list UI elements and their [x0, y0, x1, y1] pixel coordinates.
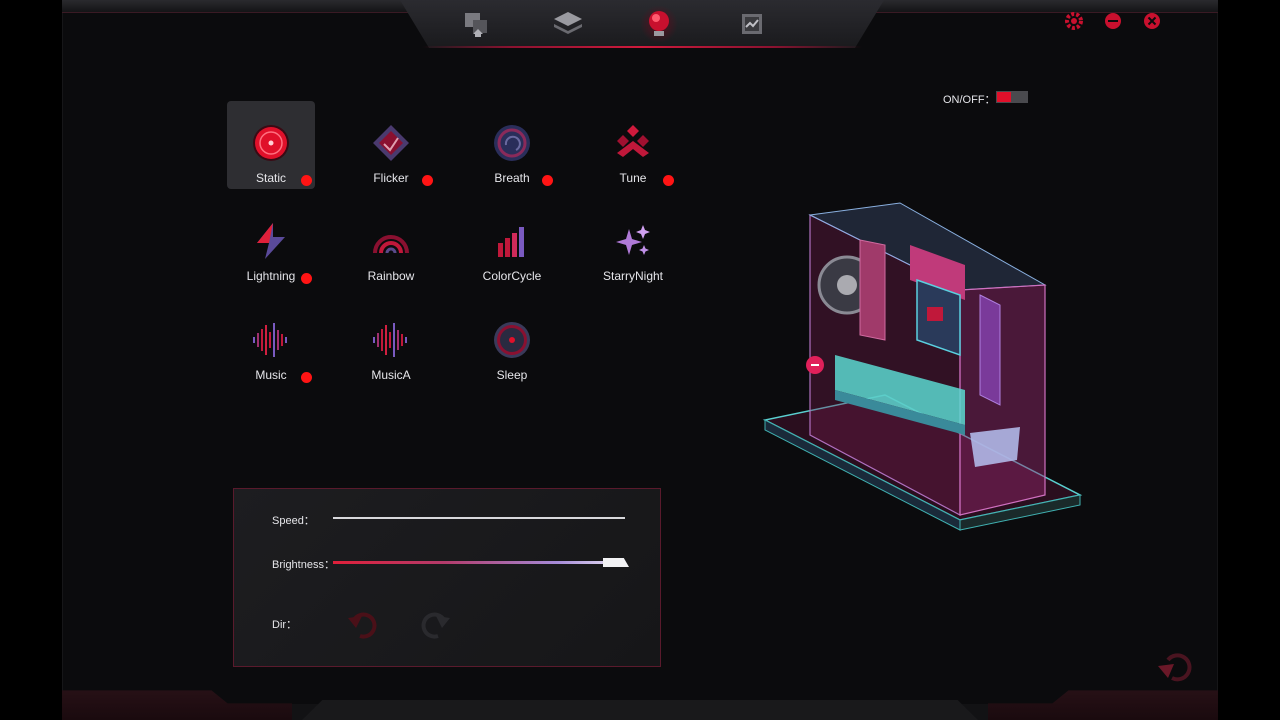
monitor-stats-icon: [742, 14, 762, 34]
speed-slider[interactable]: [333, 517, 625, 519]
effect-indicator-dot: [301, 372, 312, 383]
music-icon: [253, 323, 287, 357]
pc-case-illustration: [762, 202, 1083, 531]
tab-lighting[interactable]: [639, 6, 679, 42]
effect-label: StarryNight: [602, 269, 664, 283]
rotate-left-icon: [348, 612, 377, 639]
reset-button[interactable]: [1156, 646, 1196, 686]
power-toggle-knob: [997, 92, 1011, 102]
tune-icon: [617, 125, 649, 157]
static-icon: [253, 125, 289, 161]
direction-counterclockwise-button[interactable]: [346, 606, 382, 640]
power-label: ON/OFF：: [943, 94, 996, 106]
direction-clockwise-button[interactable]: [416, 606, 452, 640]
power-toggle[interactable]: [996, 91, 1028, 103]
bottom-left-ornament: [62, 690, 292, 720]
tab-bar-glow: [422, 46, 862, 48]
rotate-right-icon: [421, 612, 450, 639]
lightning-icon: [257, 223, 285, 259]
sleep-icon: [494, 322, 530, 358]
minimize-button[interactable]: [1103, 11, 1123, 31]
effect-indicator-dot: [422, 175, 433, 186]
effect-musica[interactable]: MusicA: [347, 298, 435, 386]
layers-icon: [554, 12, 582, 34]
effect-indicator-dot: [663, 175, 674, 186]
bottom-center-ornament: [302, 700, 978, 720]
flicker-icon: [373, 125, 409, 161]
effect-label: MusicA: [371, 368, 411, 382]
breath-icon: [494, 125, 530, 161]
minimize-icon: [1105, 13, 1121, 29]
reset-icon: [1158, 653, 1192, 682]
tab-layers[interactable]: [548, 6, 588, 42]
bottom-right-ornament: [988, 690, 1218, 720]
tab-device-swap[interactable]: [457, 6, 497, 42]
effect-starrynight[interactable]: StarryNight: [589, 199, 677, 287]
settings-icon: [1065, 12, 1083, 30]
effect-label: Rainbow: [367, 269, 415, 283]
speed-label: Speed：: [272, 515, 315, 527]
musica-icon: [373, 323, 407, 357]
effect-indicator-dot: [542, 175, 553, 186]
settings-button[interactable]: [1064, 11, 1084, 31]
lighting-bulb-icon: [649, 11, 669, 36]
effect-colorcycle[interactable]: ColorCycle: [468, 199, 556, 287]
effect-indicator-dot: [301, 175, 312, 186]
effect-sleep[interactable]: Sleep: [468, 298, 556, 386]
effect-label: ColorCycle: [482, 269, 542, 283]
close-icon: [1144, 13, 1160, 29]
starrynight-icon: [616, 225, 650, 255]
effect-rainbow[interactable]: Rainbow: [347, 199, 435, 287]
brightness-slider[interactable]: [333, 561, 613, 564]
dir-label: Dir：: [272, 619, 298, 631]
effect-flicker[interactable]: Flicker: [347, 101, 435, 189]
close-button[interactable]: [1142, 11, 1162, 31]
colorcycle-icon: [498, 227, 524, 257]
effect-label: Sleep: [496, 368, 528, 382]
rainbow-icon: [373, 235, 409, 254]
device-swap-icon: [465, 13, 487, 37]
brightness-label: Brightness：: [272, 559, 335, 571]
tab-monitor[interactable]: [733, 6, 773, 42]
effect-indicator-dot: [301, 273, 312, 284]
